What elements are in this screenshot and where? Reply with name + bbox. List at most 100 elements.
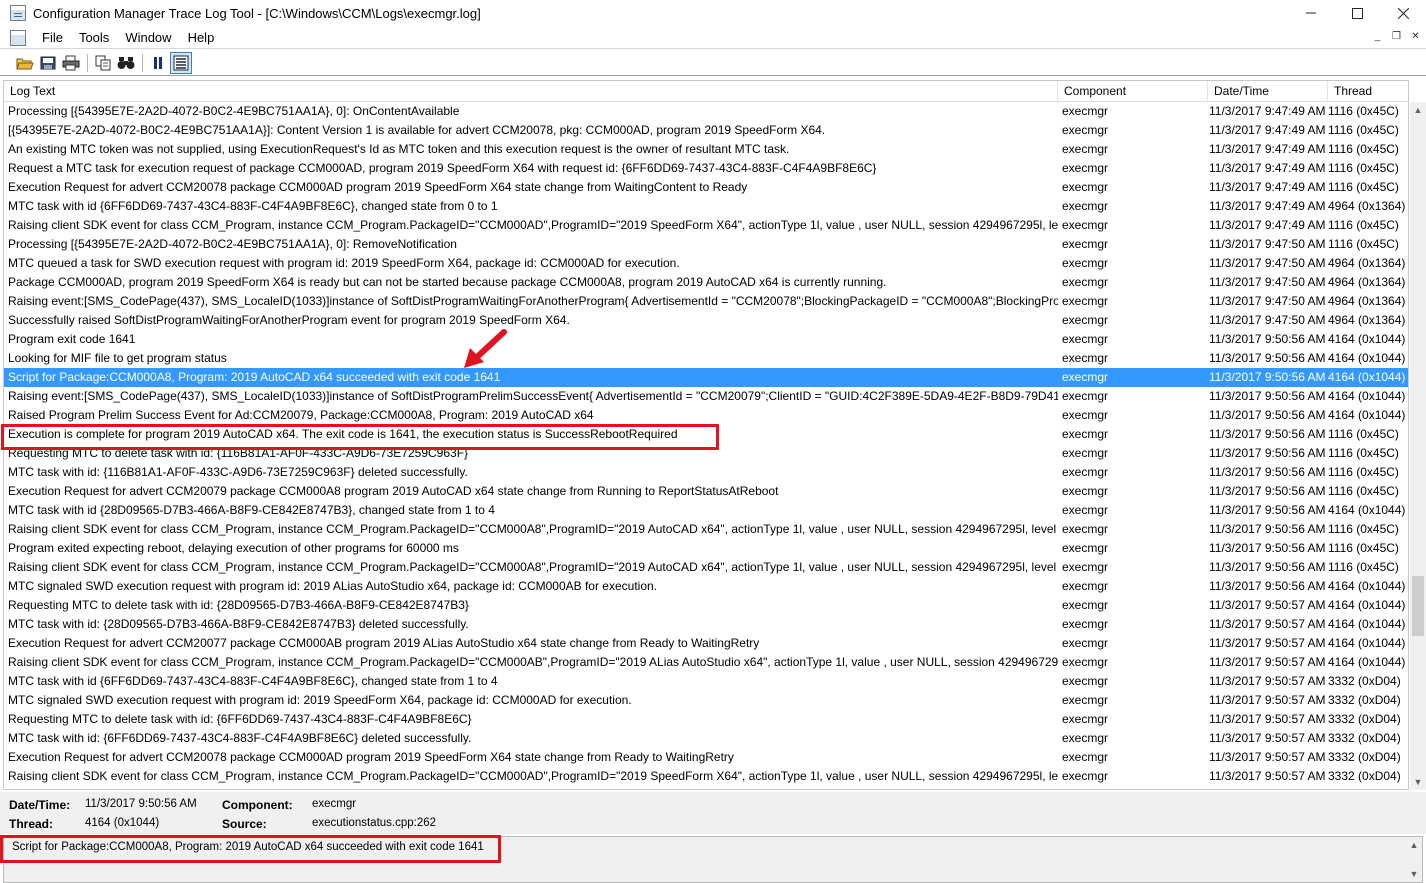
datetime-cell: 11/3/2017 9:50:57 AM (1209, 636, 1326, 650)
log-row[interactable]: MTC queued a task for SWD execution requ… (4, 254, 1408, 273)
log-row[interactable]: MTC signaled SWD execution request with … (4, 691, 1408, 710)
log-row[interactable]: Execution Request for advert CCM20079 pa… (4, 482, 1408, 501)
log-row[interactable]: MTC task with id {6FF6DD69-7437-43C4-883… (4, 197, 1408, 216)
menu-window[interactable]: Window (117, 30, 179, 45)
thread-value: 4164 (0x1044) (85, 817, 160, 829)
open-button[interactable] (14, 52, 36, 74)
log-text-cell: Requesting MTC to delete task with id: {… (8, 598, 469, 612)
log-row[interactable]: Package CCM000AD, program 2019 SpeedForm… (4, 273, 1408, 292)
scroll-down-icon[interactable]: ▼ (1410, 774, 1426, 790)
log-row[interactable]: An existing MTC token was not supplied, … (4, 140, 1408, 159)
menu-file[interactable]: File (34, 30, 71, 45)
log-row[interactable]: Processing [{54395E7E-2A2D-4072-B0C2-4E9… (4, 235, 1408, 254)
log-row[interactable]: MTC signaled SWD execution request with … (4, 577, 1408, 596)
thread-cell: 4164 (0x1044) (1328, 332, 1406, 346)
log-row[interactable]: Execution Request for advert CCM20077 pa… (4, 634, 1408, 653)
column-header-log-text[interactable]: Log Text (4, 81, 1058, 102)
log-row[interactable]: Successfully raised SoftDistProgramWaiti… (4, 311, 1408, 330)
thread-cell: 1116 (0x45C) (1328, 541, 1399, 555)
log-row[interactable]: Execution Request for advert CCM20078 pa… (4, 748, 1408, 767)
mdi-controls: _ ❐ ✕ (1371, 31, 1422, 44)
log-row[interactable]: Requesting MTC to delete task with id: {… (4, 710, 1408, 729)
log-row[interactable]: MTC task with id: {116B81A1-AF0F-433C-A9… (4, 463, 1408, 482)
mdi-close-icon[interactable]: ✕ (1409, 31, 1422, 44)
message-scroll-up-icon[interactable]: ▲ (1406, 837, 1422, 853)
message-scrollbar[interactable]: ▲ ▼ (1406, 837, 1422, 882)
log-text-cell: Raised Program Prelim Success Event for … (8, 408, 594, 422)
log-row[interactable]: Looking for MIF file to get program stat… (4, 349, 1408, 368)
minimize-icon (1306, 12, 1316, 14)
thread-cell: 3332 (0xD04) (1328, 731, 1401, 745)
highlight-button[interactable] (170, 51, 192, 74)
menu-tools[interactable]: Tools (71, 30, 117, 45)
log-row[interactable]: Raising client SDK event for class CCM_P… (4, 653, 1408, 672)
log-text-cell: Request a MTC task for execution request… (8, 161, 877, 175)
log-row[interactable]: Program exited expecting reboot, delayin… (4, 539, 1408, 558)
log-row[interactable]: Raising event:[SMS_CodePage(437), SMS_Lo… (4, 292, 1408, 311)
datetime-cell: 11/3/2017 9:47:49 AM (1209, 142, 1326, 156)
log-row[interactable]: Execution Request for advert CCM20078 pa… (4, 178, 1408, 197)
datetime-cell: 11/3/2017 9:50:57 AM (1209, 693, 1326, 707)
log-row[interactable]: Raising client SDK event for class CCM_P… (4, 520, 1408, 539)
annotation-box-message (0, 835, 501, 863)
find-button[interactable] (115, 52, 137, 74)
log-row[interactable]: Processing [{54395E7E-2A2D-4072-B0C2-4E9… (4, 102, 1408, 121)
datetime-cell: 11/3/2017 9:47:49 AM (1209, 199, 1326, 213)
log-row-selected[interactable]: Script for Package:CCM000A8, Program: 20… (4, 368, 1408, 387)
log-row[interactable]: MTC task with id {6FF6DD69-7437-43C4-883… (4, 672, 1408, 691)
component-cell: execmgr (1062, 484, 1109, 498)
minimize-button[interactable] (1288, 0, 1334, 26)
log-row[interactable]: MTC task with id {28D09565-D7B3-466A-B8F… (4, 501, 1408, 520)
component-cell: execmgr (1062, 503, 1109, 517)
datetime-cell: 11/3/2017 9:50:56 AM (1209, 408, 1326, 422)
log-text-cell: [{54395E7E-2A2D-4072-B0C2-4E9BC751AA1A}]… (8, 123, 826, 137)
column-header-component[interactable]: Component (1058, 81, 1208, 102)
component-cell: execmgr (1062, 522, 1109, 536)
component-cell: execmgr (1062, 370, 1109, 384)
maximize-icon (1351, 7, 1363, 19)
log-row[interactable]: Raising event:[SMS_CodePage(437), SMS_Lo… (4, 387, 1408, 406)
print-button[interactable] (60, 52, 82, 74)
log-text-cell: Looking for MIF file to get program stat… (8, 351, 227, 365)
log-row[interactable]: Raising client SDK event for class CCM_P… (4, 558, 1408, 577)
component-cell: execmgr (1062, 180, 1109, 194)
log-row[interactable]: Program exit code 1641 execmgr 11/3/2017 9… (4, 330, 1408, 349)
pause-button[interactable] (147, 52, 169, 74)
datetime-cell: 11/3/2017 9:50:56 AM (1209, 522, 1326, 536)
log-vertical-scrollbar[interactable]: ▲ ▼ (1410, 102, 1426, 790)
log-row[interactable]: MTC task with id: {6FF6DD69-7437-43C4-88… (4, 729, 1408, 748)
mdi-restore-icon[interactable]: ❐ (1390, 31, 1403, 44)
maximize-button[interactable] (1334, 0, 1380, 26)
mdi-minimize-icon[interactable]: _ (1371, 31, 1384, 44)
log-row[interactable]: [{54395E7E-2A2D-4072-B0C2-4E9BC751AA1A}]… (4, 121, 1408, 140)
column-header-thread[interactable]: Thread (1328, 81, 1408, 102)
log-row[interactable]: Raising client SDK event for class CCM_P… (4, 216, 1408, 235)
log-text-cell: Raising client SDK event for class CCM_P… (8, 218, 1058, 232)
message-scroll-down-icon[interactable]: ▼ (1406, 866, 1422, 882)
log-text-cell: Package CCM000AD, program 2019 SpeedForm… (8, 275, 887, 289)
copy-button[interactable] (92, 52, 114, 74)
component-cell: execmgr (1062, 256, 1109, 270)
thread-cell: 4964 (0x1364) (1328, 275, 1406, 289)
log-row[interactable]: Request a MTC task for execution request… (4, 159, 1408, 178)
log-text-cell: Raising client SDK event for class CCM_P… (8, 655, 1058, 669)
log-row[interactable]: Raised Program Prelim Success Event for … (4, 406, 1408, 425)
log-row[interactable]: Raising client SDK event for class CCM_P… (4, 767, 1408, 786)
scroll-up-icon[interactable]: ▲ (1410, 102, 1426, 118)
thread-cell: 4164 (0x1044) (1328, 617, 1406, 631)
menu-help[interactable]: Help (180, 30, 223, 45)
save-button[interactable] (37, 52, 59, 74)
log-row[interactable]: MTC task with id: {28D09565-D7B3-466A-B8… (4, 615, 1408, 634)
datetime-cell: 11/3/2017 9:50:56 AM (1209, 389, 1326, 403)
document-icon[interactable] (10, 29, 26, 46)
component-cell: execmgr (1062, 579, 1109, 593)
log-text-cell: Requesting MTC to delete task with id: {… (8, 712, 472, 726)
datetime-cell: 11/3/2017 9:47:49 AM (1209, 161, 1326, 175)
scroll-thumb[interactable] (1412, 576, 1424, 636)
log-row[interactable]: Requesting MTC to delete task with id: {… (4, 596, 1408, 615)
thread-cell: 4164 (0x1044) (1328, 598, 1406, 612)
close-button[interactable] (1380, 0, 1426, 26)
thread-cell: 4964 (0x1364) (1328, 313, 1406, 327)
datetime-cell: 11/3/2017 9:50:56 AM (1209, 541, 1326, 555)
column-header-datetime[interactable]: Date/Time (1208, 81, 1328, 102)
